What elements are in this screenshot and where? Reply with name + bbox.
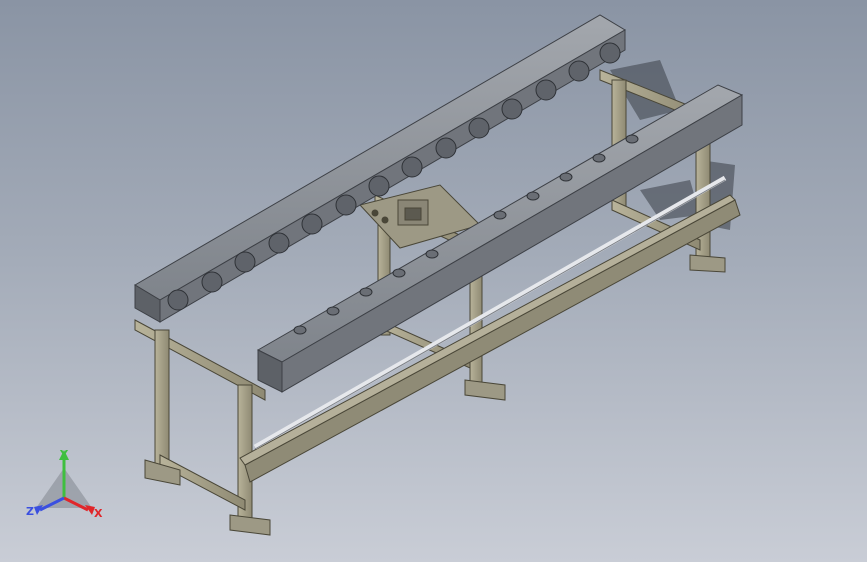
graphics-viewport[interactable]: Y X Z bbox=[0, 0, 867, 562]
conveyor-frame-model[interactable] bbox=[0, 0, 867, 562]
z-axis-label: Z bbox=[26, 505, 34, 518]
y-axis-label: Y bbox=[59, 448, 69, 461]
x-axis-label: X bbox=[94, 507, 103, 520]
view-orientation-triad[interactable]: Y X Z bbox=[22, 446, 108, 526]
